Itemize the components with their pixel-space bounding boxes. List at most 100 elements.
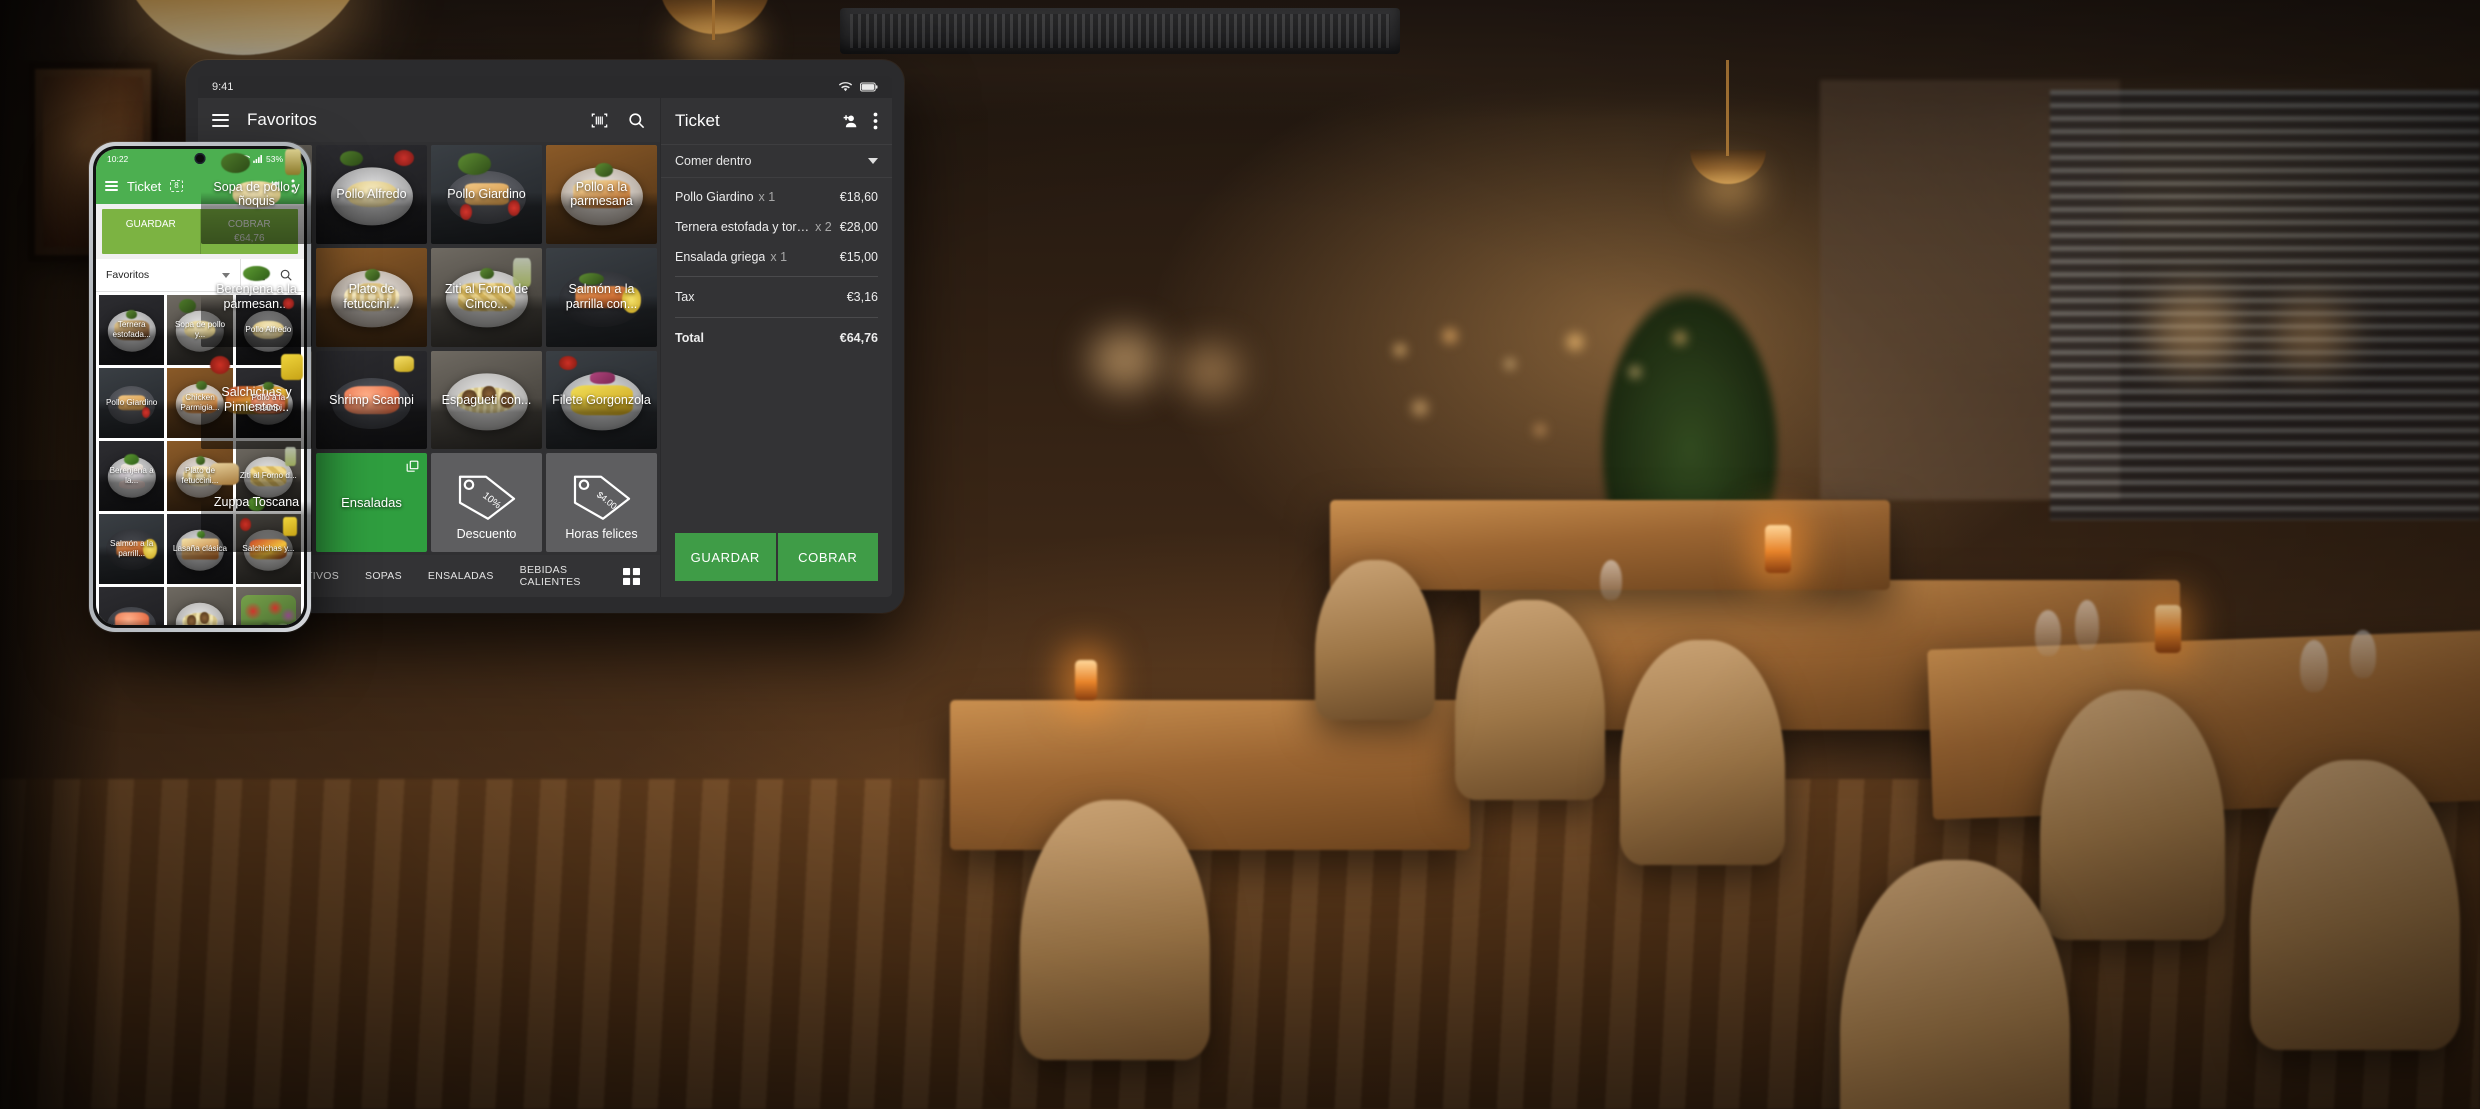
product-tile[interactable]: Shrimp Scampi xyxy=(316,350,427,450)
tab-sopas[interactable]: SOPAS xyxy=(352,570,415,582)
chair-3 xyxy=(1315,560,1435,720)
wall-sconce-3 xyxy=(2150,290,2240,370)
category-select[interactable]: Favoritos xyxy=(96,269,240,281)
product-label: Salmón a la parrill... xyxy=(110,539,154,558)
ticket-item[interactable]: Pollo Giardino x 1 €18,60 xyxy=(675,182,878,212)
phone-page-title: Ticket xyxy=(127,178,162,194)
dining-table-4 xyxy=(950,700,1470,850)
product-tile[interactable]: Salmón a la parrilla con... xyxy=(546,247,657,347)
product-label: Sopa de pollo y ñoquis xyxy=(213,179,300,209)
product-tile[interactable]: Filete Gorgonzola xyxy=(546,350,657,450)
tablet-page-title: Favoritos xyxy=(247,110,317,129)
ticket-item-name: Ternera estofada y torte... xyxy=(675,220,811,234)
tablet-ticket-pane: Ticket Comer dentro Pollo Giardino x 1 €… xyxy=(660,98,892,597)
wall-sconce-2 xyxy=(1180,345,1240,397)
tax-amount: €3,16 xyxy=(846,290,878,304)
product-tile[interactable]: Chicken Parmigia... xyxy=(167,368,233,438)
charge-button[interactable]: COBRAR xyxy=(777,533,878,581)
ticket-item-amount: €18,60 xyxy=(839,190,878,204)
product-label: Salchichas y... xyxy=(242,544,295,554)
category-tile-ensaladas[interactable]: Ensaladas xyxy=(316,453,427,552)
product-tile[interactable]: Espagueti con... xyxy=(431,350,542,450)
ticket-number-badge: 8 xyxy=(170,179,183,193)
product-tile[interactable]: Salmón a la parrill... xyxy=(99,514,165,584)
more-vertical-icon[interactable] xyxy=(873,112,878,130)
dine-option-label: Comer dentro xyxy=(675,154,752,168)
product-tile[interactable]: Ternera estofada... xyxy=(99,295,165,365)
dine-option-select[interactable]: Comer dentro xyxy=(661,144,892,178)
ticket-item-list: Pollo Giardino x 1 €18,60 Ternera estofa… xyxy=(661,178,892,272)
product-label: Berenjena a la parmesan... xyxy=(216,282,297,312)
product-label: Pollo Giardino xyxy=(447,187,526,201)
phone-clock: 10:22 xyxy=(107,153,129,164)
chair-4 xyxy=(2040,690,2225,940)
ticket-item-name: Ensalada griega xyxy=(675,250,766,264)
ticket-item-amount: €28,00 xyxy=(839,220,878,234)
hamburger-menu-icon[interactable] xyxy=(105,181,118,191)
product-tile[interactable]: Plato de fetuccini... xyxy=(316,247,427,347)
wine-glass-2 xyxy=(2075,600,2099,650)
product-label: Ziti al Forno d... xyxy=(239,471,297,481)
hamburger-menu-icon[interactable] xyxy=(212,113,229,127)
ticket-item-qty: x 1 xyxy=(770,250,788,264)
ticket-item[interactable]: Ensalada griega x 1 €15,00 xyxy=(675,242,878,272)
total-label: Total xyxy=(675,331,704,345)
product-tile[interactable]: Pollo Giardino xyxy=(99,368,165,438)
chair-1 xyxy=(1455,600,1605,800)
product-tile[interactable]: Ziti al Forno de Cinco... xyxy=(431,247,542,347)
ticket-total-row: Total €64,76 xyxy=(661,322,892,354)
save-button[interactable]: GUARDAR xyxy=(675,533,776,581)
chevron-down-icon xyxy=(222,272,230,278)
chair-5 xyxy=(2250,760,2460,1050)
total-amount: €64,76 xyxy=(839,331,878,345)
product-label: Ziti al Forno de Cinco... xyxy=(444,282,529,312)
product-tile[interactable]: Pollo Alfredo xyxy=(316,145,427,244)
candle-1 xyxy=(1765,525,1791,573)
ticket-divider xyxy=(675,317,878,318)
svg-text:10%: 10% xyxy=(480,490,503,511)
product-tile[interactable] xyxy=(235,587,301,625)
product-label: Plato de fetuccini... xyxy=(181,466,219,485)
ceiling-duct xyxy=(840,8,1400,54)
product-tile[interactable] xyxy=(167,587,233,625)
ticket-tax-row: Tax €3,16 xyxy=(661,281,892,313)
chair-2 xyxy=(1620,640,1785,865)
product-label: Espagueti con... xyxy=(441,392,532,407)
ticket-item-qty: x 2 xyxy=(815,220,832,234)
chair-6 xyxy=(1020,800,1210,1060)
discount-tile-descuento[interactable]: 10% Descuento xyxy=(431,453,542,552)
phone-product-grid: Ternera estofada... Sopa de pollo y... P… xyxy=(96,292,304,625)
product-tile[interactable]: Pollo a la parmesana xyxy=(546,145,657,244)
ticket-item[interactable]: Ternera estofada y torte... x 2 €28,00 xyxy=(675,212,878,242)
tab-ensaladas[interactable]: ENSALADAS xyxy=(415,570,507,582)
add-person-icon[interactable] xyxy=(840,112,859,131)
discount-label: Descuento xyxy=(456,527,517,541)
wall-sconce-4 xyxy=(2270,300,2350,370)
grid-view-button[interactable] xyxy=(615,567,654,585)
product-tile[interactable] xyxy=(99,587,165,625)
save-button[interactable]: GUARDAR xyxy=(102,209,200,254)
lamp-cord-3 xyxy=(1726,60,1729,156)
ticket-actions: GUARDAR COBRAR xyxy=(661,533,892,597)
window-blinds xyxy=(2050,90,2480,520)
barcode-scan-icon[interactable] xyxy=(590,111,609,130)
wine-glass-3 xyxy=(2300,640,2328,692)
product-label: Lasaña clásica xyxy=(172,544,228,554)
tax-label: Tax xyxy=(675,290,695,304)
product-label: Plato de fetuccini... xyxy=(343,282,400,312)
search-icon[interactable] xyxy=(279,268,293,282)
product-label: Chicken Parmigia... xyxy=(180,393,220,412)
product-label: Pollo Giardino xyxy=(105,398,158,408)
battery-icon xyxy=(860,82,878,92)
discount-tile-horas-felices[interactable]: $4.00 Horas felices xyxy=(546,453,657,552)
ticket-item-name: Pollo Giardino xyxy=(675,190,754,204)
category-label: Ensaladas xyxy=(341,494,402,510)
tag-icon: $4.00 xyxy=(573,475,630,520)
tab-bebidas-calientes[interactable]: BEBIDAS CALIENTES xyxy=(507,564,581,588)
lamp-cord-2 xyxy=(712,0,715,40)
search-icon[interactable] xyxy=(627,111,646,130)
product-label: Pollo a la Scampi xyxy=(251,393,286,412)
wall-sconce-1 xyxy=(1090,330,1160,390)
product-tile[interactable]: Berenjena a la... xyxy=(99,441,165,511)
product-tile[interactable]: Pollo Giardino xyxy=(431,145,542,244)
